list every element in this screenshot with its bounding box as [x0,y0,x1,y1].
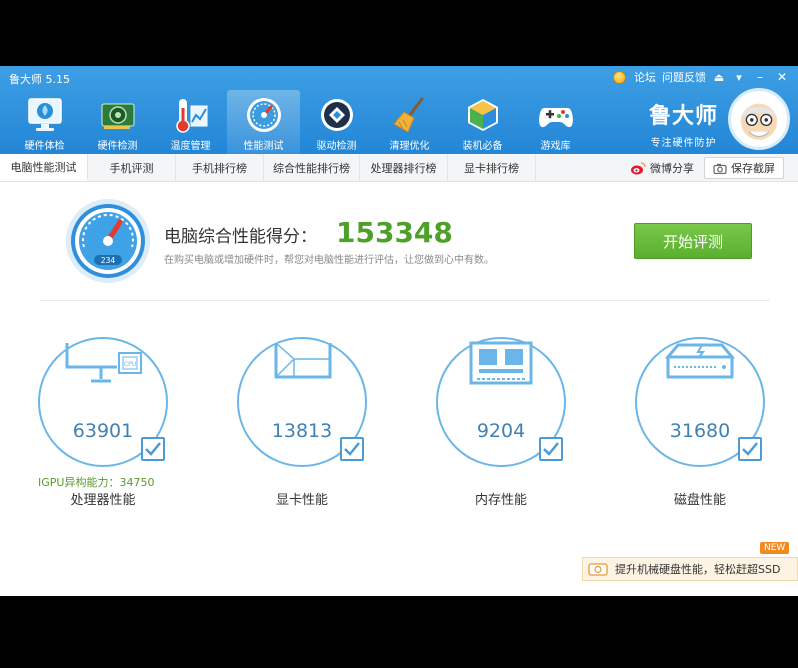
nav-label: 驱动检测 [316,141,357,152]
subtab-overall-ranking[interactable]: 综合性能排行榜 [264,154,360,181]
subtab-phone-review[interactable]: 手机评测 [88,154,176,181]
metric-gpu[interactable]: 13813 显卡性能 [237,337,367,517]
checkbox[interactable] [340,437,364,461]
brand-slogan: 专注硬件防护 [650,138,717,149]
checkmark-icon [145,442,161,456]
metric-label: 磁盘性能 [673,493,726,508]
minimize-button[interactable]: – [752,70,768,84]
broom-icon [392,97,423,133]
metric-label: 处理器性能 [70,493,136,508]
feedback-link[interactable]: 问题反馈 [662,69,706,85]
main-nav: 硬件体检 硬件检测 温度管理 性能测试 驱动检测 清理优化 装机必备 游戏库 [8,90,592,154]
nav-hardware-detect[interactable]: 硬件检测 [81,90,154,154]
checkbox[interactable] [141,437,165,461]
cube-icon [467,99,498,131]
score-value: 153348 [336,216,453,249]
nav-essentials[interactable]: 装机必备 [446,90,519,154]
gamepad-icon [538,108,573,128]
metric-memory[interactable]: 9204 内存性能 [436,337,566,517]
camera-icon [713,163,727,174]
avatar[interactable] [728,88,790,150]
score-gauge-icon: 234 [66,199,150,283]
nav-label: 硬件检测 [97,141,138,152]
divider [40,300,770,301]
checkmark-icon [344,442,360,456]
svg-text:CPU: CPU [124,361,136,368]
mascot-icon [740,103,778,140]
coin-icon[interactable] [613,70,626,84]
nav-label: 性能测试 [243,141,284,152]
start-benchmark-button[interactable]: 开始评测 [634,223,752,259]
save-screenshot-button[interactable]: 保存截屏 [704,157,784,179]
nav-driver-detect[interactable]: 驱动检测 [300,90,373,154]
nav-performance-test[interactable]: 性能测试 [227,90,300,154]
subtab-gpu-ranking[interactable]: 显卡排行榜 [448,154,536,181]
save-screenshot-label: 保存截屏 [731,162,775,175]
subtab-cpu-ranking[interactable]: 处理器排行榜 [360,154,448,181]
close-button[interactable]: ✕ [774,70,790,84]
nav-game-library[interactable]: 游戏库 [519,90,592,154]
promo-text: 提升机械硬盘性能，轻松赶超SSD [615,563,781,576]
checkmark-icon [742,442,758,456]
menu-icon[interactable]: ▾ [732,71,746,84]
forum-link[interactable]: 论坛 [634,69,656,85]
nav-hardware-checkup[interactable]: 硬件体检 [8,90,81,154]
nav-label: 装机必备 [462,141,503,152]
driver-icon [320,99,353,131]
metric-label: 显卡性能 [275,493,328,508]
cpu-monitor-icon: CPU [65,343,142,383]
subtab-bar: 电脑性能测试 手机评测 手机排行榜 综合性能排行榜 处理器排行榜 显卡排行榜 微… [0,154,798,182]
ssd-promo-banner[interactable]: 提升机械硬盘性能，轻松赶超SSD [582,557,798,581]
disk-promo-icon [588,563,608,576]
header: 鲁大师 5.15 论坛 问题反馈 ⏏ ▾ – ✕ 硬件体检 硬件检测 温度管理 … [0,66,798,154]
checkmark-icon [543,442,559,456]
checkbox[interactable] [738,437,762,461]
graphics-card-icon [101,103,134,129]
metric-label: 内存性能 [474,493,527,508]
score-description: 在购买电脑或增加硬件时，帮您对电脑性能进行评估，让您做到心中有数。 [164,255,494,266]
checkbox[interactable] [539,437,563,461]
skin-icon[interactable]: ⏏ [712,71,726,84]
subtab-phone-ranking[interactable]: 手机排行榜 [176,154,264,181]
weibo-share-button[interactable]: 微博分享 [630,160,694,176]
metric-disk[interactable]: 31680 磁盘性能 [635,337,765,517]
nav-label: 清理优化 [389,141,430,152]
nav-temperature[interactable]: 温度管理 [154,90,227,154]
gauge-icon [246,98,281,132]
monitor-health-icon [27,98,62,131]
gpu-cube-icon [274,342,332,379]
weibo-icon [631,161,646,174]
gauge-digits: 234 [101,256,116,265]
new-badge: NEW [760,542,790,554]
brand-name: 鲁大师 [648,104,718,129]
thermometer-icon [175,99,207,133]
weibo-share-label: 微博分享 [650,162,694,175]
igpu-score: IGPU异构能力：34750 [38,476,155,489]
window-title: 鲁大师 5.15 [9,73,70,86]
metric-cpu[interactable]: CPU 63901 处理器性能 [38,337,168,517]
nav-label: 温度管理 [170,141,211,152]
subtab-pc-performance[interactable]: 电脑性能测试 [0,154,88,181]
app-window: 鲁大师 5.15 论坛 问题反馈 ⏏ ▾ – ✕ 硬件体检 硬件检测 温度管理 … [0,66,798,596]
nav-cleanup[interactable]: 清理优化 [373,90,446,154]
nav-label: 硬件体检 [24,141,65,152]
score-label: 电脑综合性能得分： [164,227,317,247]
nav-label: 游戏库 [540,141,571,152]
hard-disk-icon [664,343,736,379]
subtab-actions: 微博分享 保存截屏 [630,157,784,179]
top-links: 论坛 问题反馈 ⏏ ▾ – ✕ [613,69,790,85]
brand: 鲁大师 专注硬件防护 [649,98,718,149]
memory-chip-icon [469,341,533,385]
